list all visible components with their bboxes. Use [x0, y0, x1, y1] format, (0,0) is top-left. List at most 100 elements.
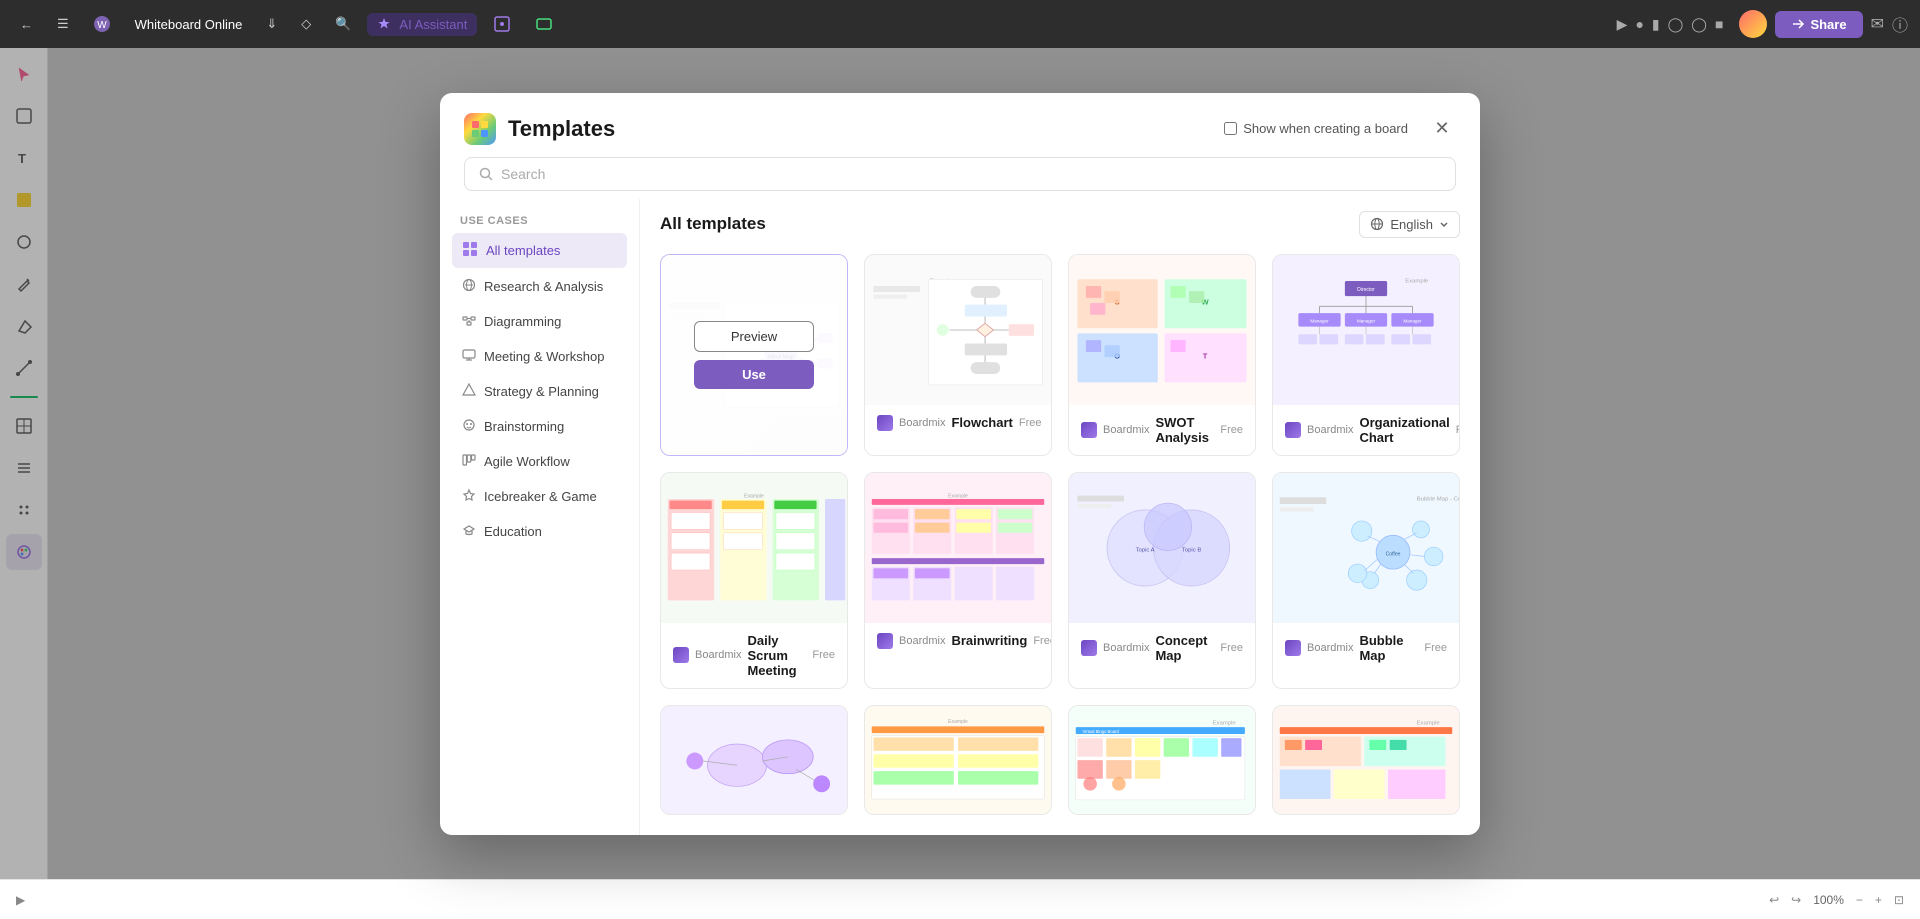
preview-brainwriting-button[interactable]: Preview	[898, 514, 1018, 545]
card-preview-t10: Example	[865, 706, 1051, 815]
template-card-scrum[interactable]: Example	[660, 472, 848, 689]
template-card-t9[interactable]	[660, 705, 848, 815]
card-preview-t12: Example	[1273, 706, 1459, 815]
boardmix-name-bubble: Boardmix	[1307, 642, 1353, 654]
nav-strategy-label: Strategy & Planning	[484, 384, 599, 399]
back-button[interactable]: ←	[12, 13, 41, 36]
use-mindmap-button[interactable]: Use	[694, 360, 814, 389]
nav-research-label: Research & Analysis	[484, 279, 603, 294]
user-avatar[interactable]	[1739, 10, 1767, 38]
ai-assistant-button[interactable]: AI Assistant	[367, 13, 477, 36]
toolbar-icon-1[interactable]	[485, 11, 519, 37]
card-preview-mindmap: Mind Map	[661, 255, 847, 455]
search-icon	[479, 167, 493, 181]
use-orgchart-button[interactable]: Use	[1306, 335, 1426, 364]
templates-header: All templates English	[660, 199, 1460, 254]
template-card-brainwriting[interactable]: Example	[864, 472, 1052, 689]
nav-item-brainstorming[interactable]: Brainstorming	[452, 410, 627, 443]
preview-scrum-button[interactable]: Preview	[694, 514, 814, 545]
icon-clock[interactable]: ◯	[1691, 16, 1707, 33]
notification-icon[interactable]: ✉	[1871, 14, 1884, 34]
preview-orgchart-button[interactable]: Preview	[1306, 296, 1426, 327]
template-card-mindmap[interactable]: Mind Map	[660, 254, 848, 456]
undo-icon[interactable]: ↩	[1769, 893, 1779, 907]
nav-icebreaker-label: Icebreaker & Game	[484, 489, 597, 504]
app-icon: W	[85, 11, 119, 37]
preview-concept-button[interactable]: Preview	[1102, 514, 1222, 545]
toolbar-icon-2[interactable]	[527, 11, 561, 37]
card-preview-scrum: Example	[661, 473, 847, 623]
preview-mindmap-button[interactable]: Preview	[694, 321, 814, 352]
nav-agile-label: Agile Workflow	[484, 454, 570, 469]
icon-grid[interactable]: ■	[1715, 16, 1723, 32]
nav-item-research[interactable]: Research & Analysis	[452, 270, 627, 303]
use-scrum-button[interactable]: Use	[694, 553, 814, 582]
zoom-out-icon[interactable]: −	[1856, 893, 1863, 907]
svg-text:Example: Example	[1213, 720, 1237, 726]
card-preview-swot: S W O T	[1069, 255, 1255, 405]
nav-item-agile[interactable]: Agile Workflow	[452, 445, 627, 478]
template-card-bubble[interactable]: Bubble Map - Coffee Beans Coffee	[1272, 472, 1460, 689]
boardmix-logo-orgchart	[1285, 422, 1301, 438]
boardmix-logo-brainwriting	[877, 633, 893, 649]
card-preview-t11: Example Virtual Bingo Board	[1069, 706, 1255, 815]
search-row	[440, 145, 1480, 191]
nav-item-strategy[interactable]: Strategy & Planning	[452, 375, 627, 408]
card-overlay-mindmap: Preview Use	[661, 255, 847, 455]
icon-record[interactable]: ●	[1635, 16, 1643, 32]
template-card-swot[interactable]: S W O T	[1068, 254, 1256, 456]
template-card-t10[interactable]: Example	[864, 705, 1052, 815]
use-swot-button[interactable]: Use	[1102, 335, 1222, 364]
template-card-t12[interactable]: Example	[1272, 705, 1460, 815]
nav-item-icebreaker[interactable]: Icebreaker & Game	[452, 480, 627, 513]
use-flowchart-button[interactable]: Use	[898, 335, 1018, 364]
zoom-in-icon[interactable]: +	[1875, 893, 1882, 907]
language-select[interactable]: English	[1359, 211, 1460, 238]
preview-swot-button[interactable]: Preview	[1102, 296, 1222, 327]
preview-bubble-button[interactable]: Preview	[1306, 514, 1426, 545]
card-name-orgchart: Organizational Chart	[1359, 415, 1449, 445]
template-card-t11[interactable]: Example Virtual Bingo Board	[1068, 705, 1256, 815]
tag-button[interactable]: ◇	[293, 12, 319, 36]
icon-play[interactable]: ▶	[1617, 16, 1628, 33]
boardmix-name-scrum: Boardmix	[695, 649, 741, 661]
nav-item-diagramming[interactable]: Diagramming	[452, 305, 627, 338]
modal-body: Use cases All templates Research & Analy…	[440, 199, 1480, 835]
menu-button[interactable]: ☰	[49, 12, 77, 36]
nav-education-icon	[462, 523, 476, 540]
use-concept-button[interactable]: Use	[1102, 553, 1222, 582]
card-preview-orgchart: Example Director	[1273, 255, 1459, 405]
template-card-concept[interactable]: Topic A Topic B Preview Use	[1068, 472, 1256, 689]
search-button[interactable]: 🔍	[327, 12, 359, 36]
nav-item-education[interactable]: Education	[452, 515, 627, 548]
template-card-orgchart[interactable]: Example Director	[1272, 254, 1460, 456]
nav-item-meeting[interactable]: Meeting & Workshop	[452, 340, 627, 373]
free-badge-swot: Free	[1220, 424, 1243, 436]
icon-bell2[interactable]: ◯	[1668, 16, 1684, 33]
modal-close-button[interactable]: ✕	[1428, 115, 1456, 143]
nav-strategy-icon	[462, 383, 476, 400]
boardmix-name-brainwriting: Boardmix	[899, 635, 945, 647]
bottom-bar-icon[interactable]: ▶	[16, 893, 25, 907]
boardmix-name-flowchart: Boardmix	[899, 417, 945, 429]
template-grid: Mind Map	[660, 254, 1460, 815]
show-when-creating-checkbox[interactable]	[1224, 122, 1237, 135]
modal-title: Templates	[508, 116, 615, 142]
download-button[interactable]: ⇓	[258, 12, 285, 36]
icon-present[interactable]: ▮	[1652, 16, 1660, 33]
nav-brainstorming-label: Brainstorming	[484, 419, 564, 434]
show-when-creating-row: Show when creating a board	[1224, 121, 1408, 136]
use-bubble-button[interactable]: Use	[1306, 553, 1426, 582]
card-name-concept: Concept Map	[1155, 633, 1214, 663]
search-input[interactable]	[501, 166, 1441, 182]
fit-screen-icon[interactable]: ⊡	[1894, 893, 1904, 907]
nav-item-all[interactable]: All templates	[452, 233, 627, 268]
help-icon[interactable]: ⓘ	[1892, 12, 1908, 36]
redo-icon[interactable]: ↪	[1791, 893, 1801, 907]
nav-section-label: Use cases	[452, 207, 627, 233]
template-card-flowchart[interactable]: Example	[864, 254, 1052, 456]
share-button[interactable]: Share	[1775, 11, 1862, 38]
preview-flowchart-button[interactable]: Preview	[898, 296, 1018, 327]
use-brainwriting-button[interactable]: Use	[898, 553, 1018, 582]
top-toolbar: ← ☰ W Whiteboard Online ⇓ ◇ 🔍 AI Assista…	[0, 0, 1920, 48]
